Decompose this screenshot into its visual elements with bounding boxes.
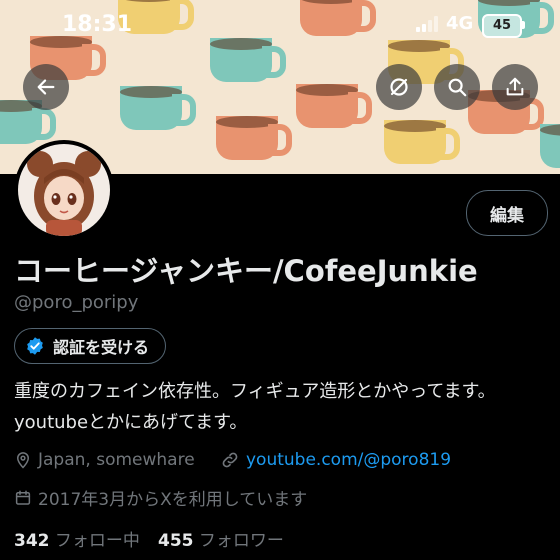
- followers-count: 455: [158, 531, 194, 551]
- mute-button[interactable]: [376, 64, 422, 110]
- profile-bio: 重度のカフェイン依存性。フィギュア造形とかやってます。youtubeとかにあげて…: [14, 381, 496, 433]
- following-label: フォロー中: [54, 531, 140, 551]
- battery-tip: [522, 21, 525, 29]
- status-time: 18:31: [62, 12, 133, 37]
- joined-text: 2017年3月からXを利用しています: [38, 490, 308, 510]
- search-icon: [448, 78, 467, 97]
- get-verified-button[interactable]: 認証を受ける: [14, 328, 167, 364]
- location: Japan, somewhare: [14, 450, 195, 470]
- location-pin-icon: [16, 452, 30, 469]
- network-type: 4G: [446, 13, 474, 34]
- avatar-illustration: [18, 144, 110, 236]
- avatar[interactable]: [14, 140, 114, 240]
- location-text: Japan, somewhare: [38, 450, 195, 470]
- back-button[interactable]: [23, 64, 69, 110]
- profile-link[interactable]: youtube.com/@poro819: [220, 450, 451, 470]
- eye-slash-icon: [390, 78, 408, 96]
- followers-label: フォロワー: [198, 531, 284, 551]
- cup-pattern: [216, 116, 292, 160]
- get-verified-label: 認証を受ける: [53, 338, 150, 357]
- user-handle: @poro_poripy: [14, 292, 139, 313]
- joined-date: 2017年3月からXを利用しています: [14, 485, 307, 510]
- link-icon: [222, 452, 238, 468]
- verified-badge-icon: [27, 337, 43, 355]
- battery-icon: 45: [482, 14, 522, 38]
- share-icon: [506, 77, 524, 96]
- display-name: コーヒージャンキー/CofeeJunkie: [14, 254, 478, 288]
- status-bar: 18:31 4G 45: [0, 0, 560, 46]
- search-button[interactable]: [434, 64, 480, 110]
- cup-pattern: [296, 84, 372, 128]
- arrow-left-icon: [37, 79, 55, 95]
- cup-pattern: [540, 124, 560, 168]
- edit-profile-button[interactable]: 編集: [466, 190, 548, 236]
- cup-pattern: [120, 86, 196, 130]
- following-count: 342: [14, 531, 50, 551]
- calendar-icon: [15, 490, 31, 505]
- share-button[interactable]: [492, 64, 538, 110]
- cup-pattern: [384, 120, 460, 164]
- profile-link-text[interactable]: youtube.com/@poro819: [246, 450, 451, 470]
- followers-count-link[interactable]: 455 フォロワー: [158, 526, 284, 551]
- signal-icon: [416, 16, 438, 32]
- following-count-link[interactable]: 342 フォロー中: [14, 526, 140, 551]
